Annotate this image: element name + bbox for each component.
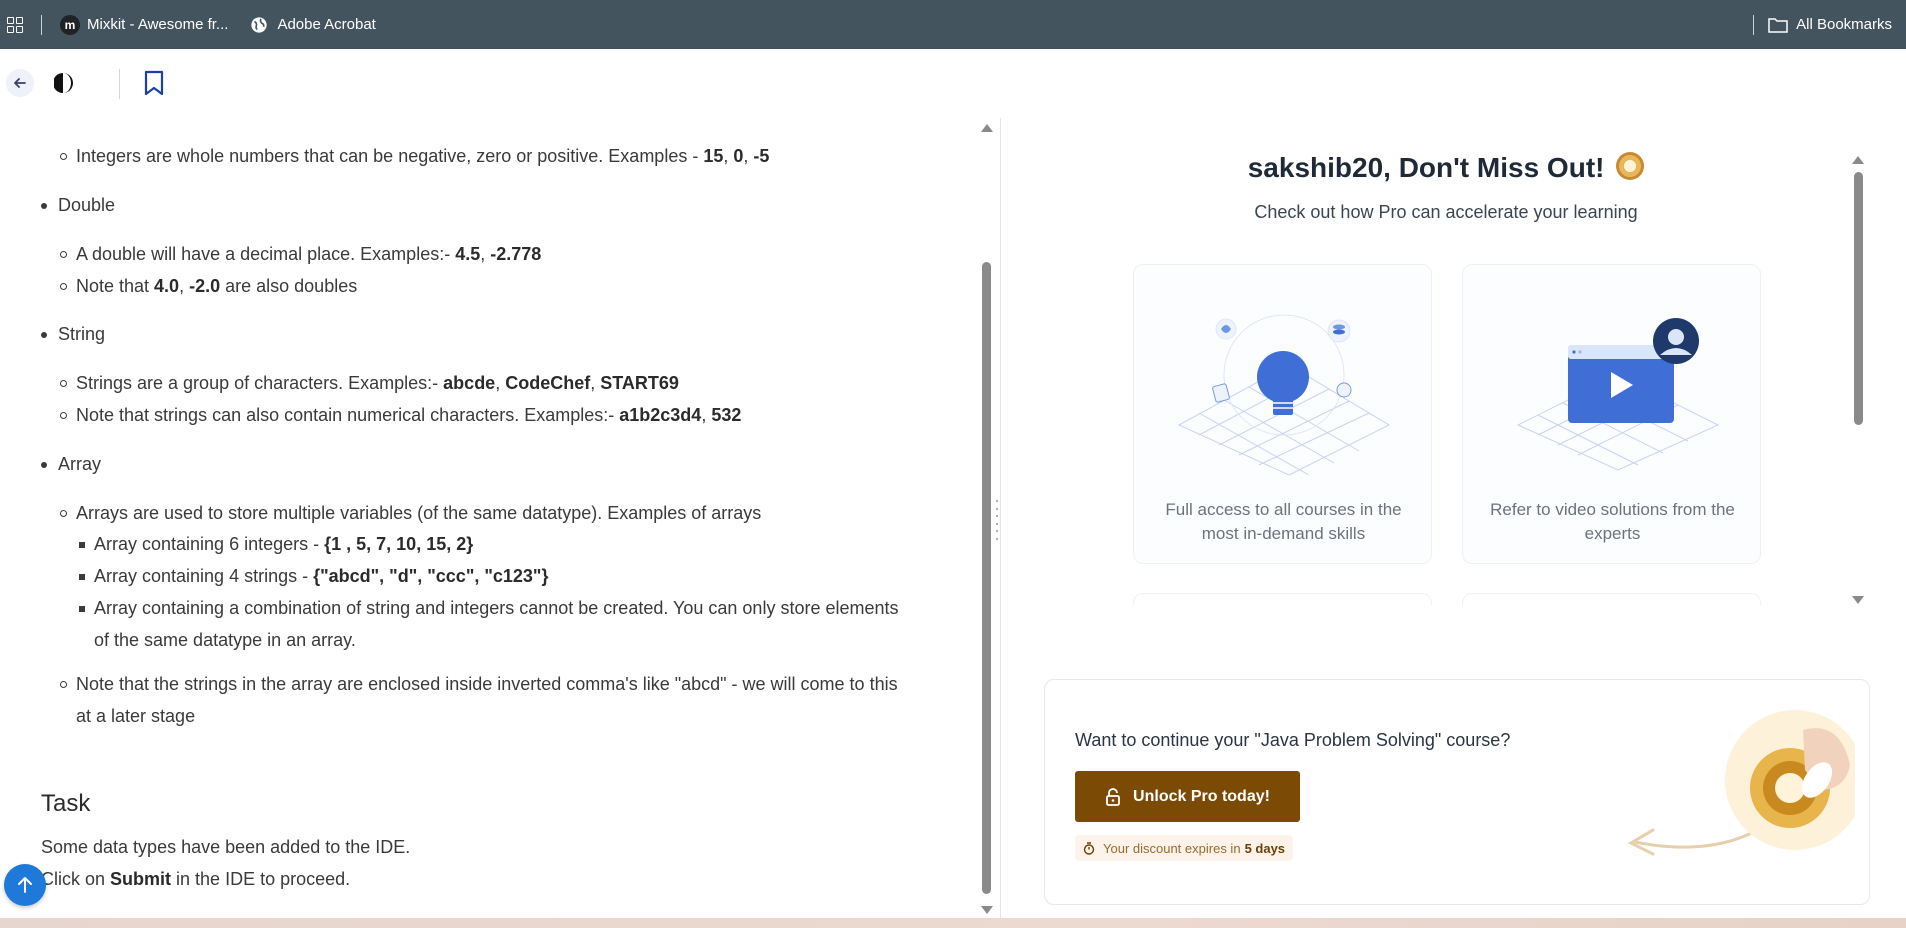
bookmark-label: Mixkit - Awesome fr... xyxy=(87,16,229,33)
scroll-up-arrow-icon[interactable] xyxy=(1852,156,1864,164)
feature-card-peek xyxy=(1462,593,1761,605)
scroll-up-arrow-icon[interactable] xyxy=(981,124,993,132)
list-item: Note that 4.0, -2.0 are also doubles xyxy=(59,276,358,296)
toolbar-separator xyxy=(119,69,120,99)
lesson-content: Integers are whole numbers that can be n… xyxy=(0,118,980,928)
unlock-pro-card: Want to continue your "Java Problem Solv… xyxy=(1044,679,1870,905)
list-item: Array containing a combination of string… xyxy=(79,598,899,618)
bookmark-mixkit[interactable]: m Mixkit - Awesome fr... xyxy=(60,14,229,35)
continue-course-question: Want to continue your "Java Problem Solv… xyxy=(1075,730,1511,750)
pro-promo-panel: sakshib20, Don't Miss Out! Check out how… xyxy=(1001,118,1906,928)
list-item: Array containing 6 integers - {1 , 5, 7,… xyxy=(78,534,474,554)
task-line: Click on Submit in the IDE to proceed. xyxy=(41,869,351,889)
scroll-down-arrow-icon[interactable] xyxy=(981,906,993,914)
feature-card-courses: Full access to all courses in the most in… xyxy=(1133,264,1432,564)
promo-title: sakshib20, Don't Miss Out! xyxy=(1001,152,1891,184)
list-item-string: String xyxy=(40,324,106,344)
timer-icon xyxy=(1083,841,1095,855)
all-bookmarks-label: All Bookmarks xyxy=(1796,16,1892,33)
task-line: Some data types have been added to the I… xyxy=(41,837,411,857)
promo-scrollbar[interactable] xyxy=(1851,154,1865,604)
feature-card-text: Full access to all courses in the most in… xyxy=(1165,500,1402,543)
all-bookmarks[interactable]: All Bookmarks xyxy=(1753,0,1892,49)
discount-badge: Your discount expires in 5 days xyxy=(1075,835,1294,861)
globe-icon xyxy=(251,16,268,33)
taskbar-strip xyxy=(0,918,1906,928)
bookmarks-separator xyxy=(1753,14,1755,35)
list-item-continuation: of the same datatype in an array. xyxy=(94,630,356,650)
bookmark-icon[interactable] xyxy=(143,70,165,96)
folder-icon xyxy=(1768,17,1788,33)
lock-icon xyxy=(1106,787,1120,806)
bookmark-adobe-acrobat[interactable]: Adobe Acrobat xyxy=(250,16,376,34)
unlock-pro-label: Unlock Pro today! xyxy=(1133,787,1270,805)
bookmarks-bar: m Mixkit - Awesome fr... Adobe Acrobat A… xyxy=(0,0,1906,49)
lesson-toolbar xyxy=(0,49,1906,118)
medal-icon xyxy=(1616,152,1645,180)
feature-card-peek xyxy=(1133,593,1432,605)
list-item-double: Double xyxy=(40,195,116,215)
bookmarks-separator xyxy=(41,14,42,35)
pro-medal-illustration-icon xyxy=(1627,710,1855,856)
arrow-left-icon xyxy=(14,78,26,88)
apps-grid-icon[interactable] xyxy=(7,16,23,33)
list-item: Strings are a group of characters. Examp… xyxy=(60,373,679,393)
list-item-array: Array xyxy=(40,454,102,474)
list-item: Array containing 4 strings - {"abcd", "d… xyxy=(78,566,549,586)
scrollbar-thumb[interactable] xyxy=(982,262,991,894)
bookmark-label: Adobe Acrobat xyxy=(277,16,376,33)
scrollbar-thumb[interactable] xyxy=(1854,172,1863,425)
moon-icon[interactable] xyxy=(54,71,78,95)
list-item: A double will have a decimal place. Exam… xyxy=(59,244,542,264)
list-item: Note that strings can also contain numer… xyxy=(59,405,742,425)
lightbulb-illustration-icon xyxy=(1177,314,1391,475)
video-play-illustration-icon xyxy=(1516,318,1720,471)
promo-subtitle: Check out how Pro can accelerate your le… xyxy=(1254,202,1638,222)
scroll-to-top-button[interactable] xyxy=(4,864,46,906)
arrow-up-icon xyxy=(18,877,32,893)
feature-card-video: Refer to video solutions from the experts xyxy=(1462,264,1761,564)
unlock-pro-button[interactable]: Unlock Pro today! xyxy=(1075,771,1300,822)
mixkit-favicon-icon: m xyxy=(60,14,80,35)
task-heading: Task xyxy=(41,790,91,817)
list-item-continuation: at a later stage xyxy=(76,706,196,726)
list-item: Arrays are used to store multiple variab… xyxy=(59,503,762,523)
list-item: Note that the strings in the array are e… xyxy=(60,674,898,694)
list-item: Integers are whole numbers that can be n… xyxy=(59,146,770,166)
feature-card-text: Refer to video solutions from the experts xyxy=(1490,500,1735,543)
back-button[interactable] xyxy=(6,69,34,97)
scroll-down-arrow-icon[interactable] xyxy=(1852,596,1864,604)
lesson-scrollbar[interactable] xyxy=(980,118,993,918)
